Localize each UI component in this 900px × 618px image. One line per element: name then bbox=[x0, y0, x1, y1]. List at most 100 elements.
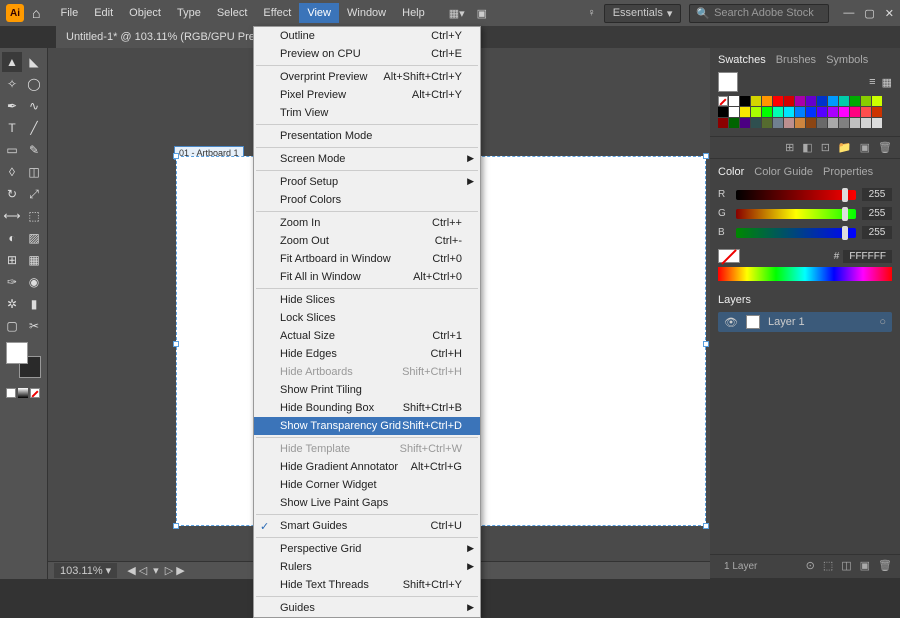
new-color-group-icon[interactable]: 📁 bbox=[838, 141, 852, 154]
panel-tab-color[interactable]: Color bbox=[718, 166, 744, 178]
swatch-cell[interactable] bbox=[872, 96, 882, 106]
gradient-tool[interactable]: ▦ bbox=[24, 250, 44, 270]
swatch-cell[interactable] bbox=[784, 96, 794, 106]
gpu-icon[interactable]: ▣ bbox=[477, 7, 487, 20]
perspective-tool[interactable]: ▨ bbox=[24, 228, 44, 248]
swatch-grid-view-icon[interactable]: ▦ bbox=[882, 76, 892, 89]
swatch-cell[interactable] bbox=[850, 96, 860, 106]
selection-tool[interactable]: ▲ bbox=[2, 52, 22, 72]
rotate-tool[interactable]: ↻ bbox=[2, 184, 22, 204]
menu-object[interactable]: Object bbox=[121, 3, 169, 23]
swatch-cell[interactable] bbox=[773, 107, 783, 117]
column-graph-tool[interactable]: ▮ bbox=[24, 294, 44, 314]
shaper-tool[interactable]: ◊ bbox=[2, 162, 22, 182]
color-spectrum[interactable] bbox=[718, 267, 892, 281]
swatch-cell[interactable] bbox=[828, 118, 838, 128]
eraser-tool[interactable]: ◫ bbox=[24, 162, 44, 182]
stock-search[interactable]: 🔍Search Adobe Stock bbox=[689, 4, 829, 23]
view-menu-zoom-in[interactable]: Zoom InCtrl++ bbox=[254, 214, 480, 232]
rectangle-tool[interactable]: ▭ bbox=[2, 140, 22, 160]
menu-file[interactable]: File bbox=[52, 3, 86, 23]
swatch-cell[interactable] bbox=[795, 118, 805, 128]
view-menu-zoom-out[interactable]: Zoom OutCtrl+- bbox=[254, 232, 480, 250]
shape-builder-tool[interactable]: ◐ bbox=[2, 228, 22, 248]
swatch-cell[interactable] bbox=[828, 107, 838, 117]
menu-effect[interactable]: Effect bbox=[255, 3, 299, 23]
panel-tab-properties[interactable]: Properties bbox=[823, 166, 873, 178]
curvature-tool[interactable]: ∿ bbox=[24, 96, 44, 116]
view-menu-proof-setup[interactable]: Proof Setup▶ bbox=[254, 173, 480, 191]
eyedropper-tool[interactable]: ✑ bbox=[2, 272, 22, 292]
view-menu-show-transparency-grid[interactable]: Show Transparency GridShift+Ctrl+D bbox=[254, 417, 480, 435]
delete-layer-icon[interactable]: 🗑 bbox=[878, 559, 892, 574]
swatch-libraries-icon[interactable]: ⊞ bbox=[785, 141, 794, 154]
color-mode-triad[interactable] bbox=[6, 388, 40, 398]
delete-swatch-icon[interactable]: 🗑 bbox=[878, 141, 892, 154]
view-menu-perspective-grid[interactable]: Perspective Grid▶ bbox=[254, 540, 480, 558]
swatch-cell[interactable] bbox=[729, 107, 739, 117]
panel-tab-symbols[interactable]: Symbols bbox=[826, 54, 868, 66]
paintbrush-tool[interactable]: ✎ bbox=[24, 140, 44, 160]
swatch-cell[interactable] bbox=[718, 96, 728, 106]
symbol-sprayer-tool[interactable]: ✲ bbox=[2, 294, 22, 314]
fill-stroke-swatch[interactable] bbox=[6, 342, 41, 378]
swatch-cell[interactable] bbox=[751, 107, 761, 117]
view-menu-actual-size[interactable]: Actual SizeCtrl+1 bbox=[254, 327, 480, 345]
swatch-cell[interactable] bbox=[729, 96, 739, 106]
layer-row[interactable]: 👁 Layer 1 ○ bbox=[718, 312, 892, 332]
layers-tab[interactable]: Layers bbox=[718, 294, 751, 306]
none-color-icon[interactable] bbox=[718, 249, 740, 263]
view-menu-proof-colors[interactable]: Proof Colors bbox=[254, 191, 480, 209]
view-menu-hide-gradient-annotator[interactable]: Hide Gradient AnnotatorAlt+Ctrl+G bbox=[254, 458, 480, 476]
slice-tool[interactable]: ✂ bbox=[24, 316, 44, 336]
type-tool[interactable]: T bbox=[2, 118, 22, 138]
swatch-cell[interactable] bbox=[839, 96, 849, 106]
nav-next-icon[interactable]: ▷ ▶ bbox=[165, 564, 185, 577]
swatch-cell[interactable] bbox=[751, 118, 761, 128]
close-icon[interactable]: ✕ bbox=[885, 7, 894, 20]
view-menu-overprint-preview[interactable]: Overprint PreviewAlt+Shift+Ctrl+Y bbox=[254, 68, 480, 86]
swatch-cell[interactable] bbox=[872, 107, 882, 117]
make-clip-icon[interactable]: ⬚ bbox=[823, 559, 833, 574]
new-layer-icon[interactable]: ▣ bbox=[860, 559, 870, 574]
swatch-cell[interactable] bbox=[817, 107, 827, 117]
swatch-cell[interactable] bbox=[828, 96, 838, 106]
artboard-tool[interactable]: ▢ bbox=[2, 316, 22, 336]
swatch-list-view-icon[interactable]: ≡ bbox=[869, 76, 875, 88]
g-slider[interactable]: G255 bbox=[718, 207, 892, 220]
menu-help[interactable]: Help bbox=[394, 3, 433, 23]
mesh-tool[interactable]: ⊞ bbox=[2, 250, 22, 270]
layer-name[interactable]: Layer 1 bbox=[768, 316, 805, 328]
swatch-cell[interactable] bbox=[839, 118, 849, 128]
swatch-cell[interactable] bbox=[861, 96, 871, 106]
minimize-icon[interactable]: — bbox=[843, 7, 854, 20]
swatch-cell[interactable] bbox=[784, 118, 794, 128]
panel-tab-color-guide[interactable]: Color Guide bbox=[754, 166, 813, 178]
menu-select[interactable]: Select bbox=[209, 3, 256, 23]
swatch-cell[interactable] bbox=[773, 96, 783, 106]
view-menu-rulers[interactable]: Rulers▶ bbox=[254, 558, 480, 576]
swatch-cell[interactable] bbox=[729, 118, 739, 128]
maximize-icon[interactable]: ▢ bbox=[864, 7, 874, 20]
swatch-cell[interactable] bbox=[806, 118, 816, 128]
hex-input[interactable]: FFFFFF bbox=[843, 250, 892, 263]
swatch-cell[interactable] bbox=[861, 118, 871, 128]
swatch-cell[interactable] bbox=[762, 118, 772, 128]
view-menu-trim-view[interactable]: Trim View bbox=[254, 104, 480, 122]
arrange-icon[interactable]: ▦▾ bbox=[449, 7, 465, 20]
view-menu-presentation-mode[interactable]: Presentation Mode bbox=[254, 127, 480, 145]
swatch-cell[interactable] bbox=[773, 118, 783, 128]
swatch-cell[interactable] bbox=[740, 118, 750, 128]
b-slider[interactable]: B255 bbox=[718, 226, 892, 239]
swatch-cell[interactable] bbox=[872, 118, 882, 128]
swatch-cell[interactable] bbox=[850, 118, 860, 128]
width-tool[interactable]: ⟷ bbox=[2, 206, 22, 226]
swatch-kind-icon[interactable]: ◧ bbox=[802, 141, 812, 154]
new-sublayer-icon[interactable]: ◫ bbox=[841, 559, 851, 574]
locate-object-icon[interactable]: ⊙ bbox=[806, 559, 815, 574]
swatch-cell[interactable] bbox=[740, 96, 750, 106]
menu-view[interactable]: View bbox=[299, 3, 339, 23]
swatch-cell[interactable] bbox=[784, 107, 794, 117]
visibility-icon[interactable]: 👁 bbox=[724, 316, 738, 329]
view-menu-guides[interactable]: Guides▶ bbox=[254, 599, 480, 617]
